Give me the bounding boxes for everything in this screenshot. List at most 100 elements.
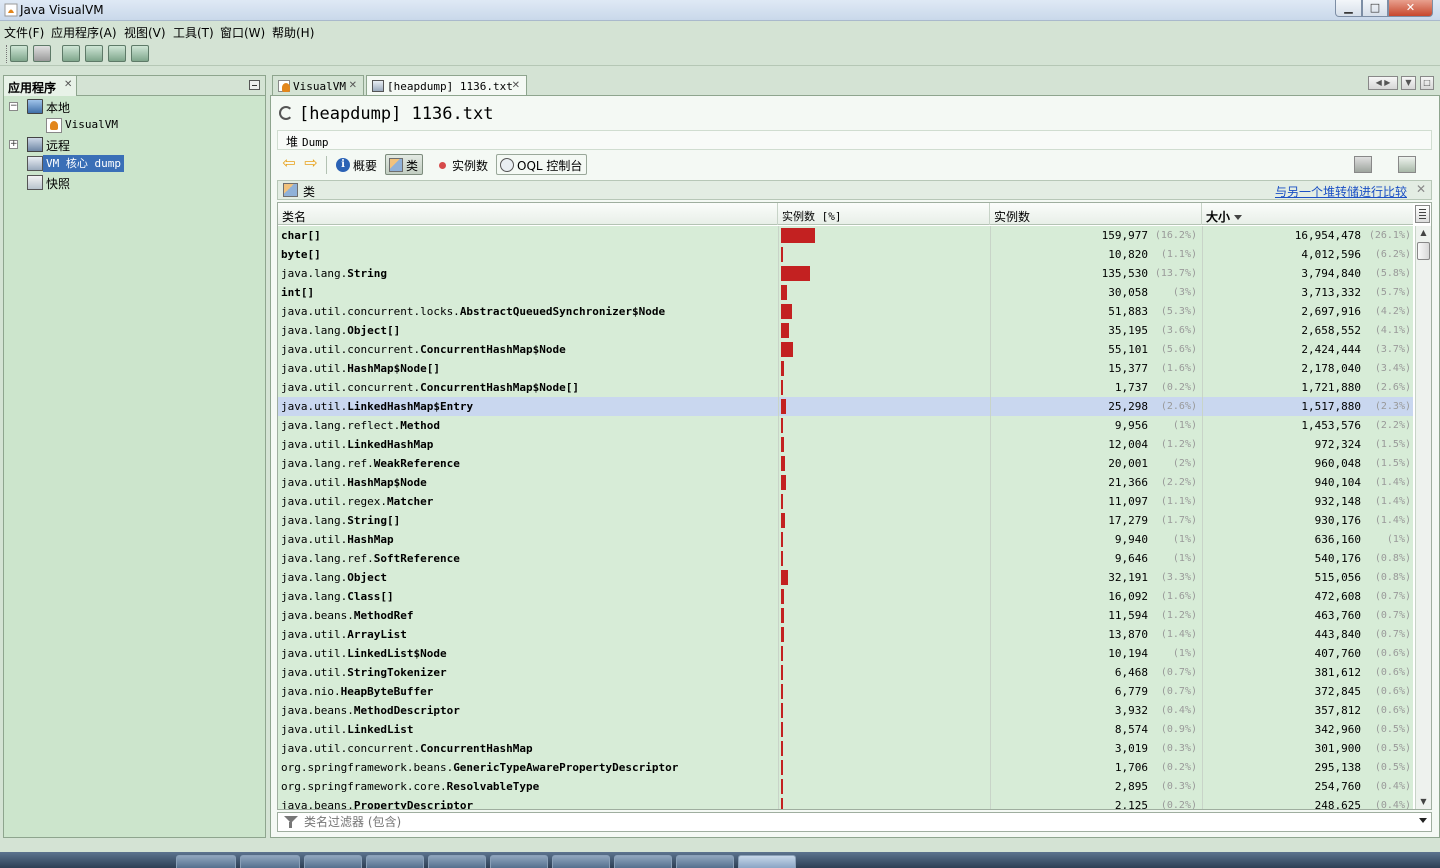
scroll-up-icon[interactable]: ▲ (1416, 226, 1431, 240)
view-classes-button[interactable]: 类 (385, 154, 424, 175)
table-row[interactable]: java.util.concurrent.ConcurrentHashMap 3,… (278, 739, 1413, 758)
table-row[interactable]: java.util.HashMap 9,940 (1%) 636,160 (1%) (278, 530, 1413, 549)
column-header-size[interactable]: 大小 (1202, 203, 1413, 225)
table-row[interactable]: java.util.LinkedList 8,574 (0.9%) 342,960 (0… (278, 720, 1413, 739)
scroll-tabs-button[interactable]: ◀ ▶ (1368, 76, 1398, 90)
taskbar-item[interactable] (614, 855, 672, 868)
filter-icon[interactable] (283, 815, 299, 829)
tab-applications[interactable]: 应用程序 ✕ (4, 76, 77, 96)
taskbar-item[interactable] (304, 855, 362, 868)
table-row[interactable]: java.beans.PropertyDescriptor 2,125 (0.2%)… (278, 796, 1413, 809)
table-row[interactable]: java.util.regex.Matcher 11,097 (1.1%) 932,1… (278, 492, 1413, 511)
cell-class-name: java.lang.Object[] (281, 321, 771, 340)
minimize-button[interactable]: ▁ (1335, 0, 1362, 17)
column-header-instances[interactable]: 实例数 (990, 203, 1202, 225)
save-snapshot-icon[interactable] (1354, 156, 1372, 173)
profiler-snapshot-icon[interactable] (108, 45, 126, 62)
table-row[interactable]: java.lang.String 135,530 (13.7%) 3,794,840(… (278, 264, 1413, 283)
tree-item-core-dump[interactable]: VM 核心 dump (9, 155, 259, 173)
maximize-document-button[interactable]: □ (1420, 76, 1434, 90)
taskbar-item[interactable] (428, 855, 486, 868)
table-row[interactable]: java.util.concurrent.ConcurrentHashMap$N… (278, 378, 1413, 397)
table-row[interactable]: java.util.HashMap$Node 21,366 (2.2%) 940,10… (278, 473, 1413, 492)
thread-dump-icon[interactable] (85, 45, 103, 62)
table-row[interactable]: java.util.concurrent.locks.AbstractQueue… (278, 302, 1413, 321)
table-row[interactable]: java.lang.reflect.Method 9,956 (1%) 1,453,5… (278, 416, 1413, 435)
menu-applications[interactable]: 应用程序(A) (51, 24, 117, 41)
show-details-icon[interactable] (1398, 156, 1416, 173)
tab-list-button[interactable]: ▼ (1401, 76, 1416, 90)
close-icon[interactable]: ✕ (1416, 182, 1426, 196)
table-row[interactable]: char[] 159,977 (16.2%) 16,954,478 (26.1%) (278, 226, 1413, 245)
taskbar-item[interactable] (366, 855, 424, 868)
taskbar-item[interactable] (676, 855, 734, 868)
table-row[interactable]: java.util.LinkedList$Node 10,194 (1%) 407,7… (278, 644, 1413, 663)
scroll-down-icon[interactable]: ▼ (1416, 795, 1431, 809)
heap-dump-icon[interactable] (62, 45, 80, 62)
save-icon[interactable] (33, 45, 51, 62)
taskbar-item-visualvm[interactable] (738, 855, 796, 868)
tab-visualvm[interactable]: VisualVM ✕ (272, 75, 364, 96)
class-filter-input[interactable] (304, 814, 1404, 830)
close-button[interactable]: ✕ (1388, 0, 1433, 17)
table-row[interactable]: java.lang.ref.SoftReference 9,646 (1%) 540,… (278, 549, 1413, 568)
cell-instances-percent: (0.4%) (1160, 705, 1197, 716)
close-tab-icon[interactable]: ✕ (512, 80, 520, 91)
table-row[interactable]: java.lang.String[] 17,279 (1.7%) 930,176 (1.… (278, 511, 1413, 530)
table-row[interactable]: java.util.LinkedHashMap$Entry 25,298 (2.6%… (278, 397, 1413, 416)
collapse-icon[interactable]: − (9, 102, 18, 111)
tree-item-remote[interactable]: + 远程 (9, 136, 259, 154)
table-row[interactable]: java.lang.ref.WeakReference 20,001 (2%) 960… (278, 454, 1413, 473)
tree-item-snapshots[interactable]: 快照 (9, 174, 259, 192)
view-summary-button[interactable]: i 概要 (332, 154, 382, 175)
cell-instances-percent: (3.3%) (1160, 572, 1197, 583)
taskbar-item[interactable] (240, 855, 300, 868)
table-row[interactable]: int[] 30,058 (3%) 3,713,332 (5.7%) (278, 283, 1413, 302)
table-row[interactable]: java.beans.MethodRef 11,594 (1.2%) 463,760(… (278, 606, 1413, 625)
menu-help[interactable]: 帮助(H) (272, 24, 314, 41)
column-header-size-label: 大小 (1206, 210, 1231, 224)
column-header-instances-percent[interactable]: 实例数 [%] (778, 203, 990, 225)
table-row[interactable]: org.springframework.beans.GenericTypeAwa… (278, 758, 1413, 777)
table-row[interactable]: org.springframework.core.ResolvableType 2… (278, 777, 1413, 796)
menu-tools[interactable]: 工具(T) (173, 24, 214, 41)
table-row[interactable]: java.nio.HeapByteBuffer 6,779 (0.7%) 372,84… (278, 682, 1413, 701)
back-arrow-icon[interactable]: ⇦ (280, 155, 298, 172)
table-row[interactable]: java.util.StringTokenizer 6,468 (0.7%) 381,… (278, 663, 1413, 682)
close-tab-icon[interactable]: ✕ (349, 80, 357, 91)
tree-item-visualvm[interactable]: VisualVM (9, 117, 259, 135)
scrollbar-thumb[interactable] (1417, 242, 1430, 260)
close-tab-icon[interactable]: ✕ (64, 79, 72, 90)
table-row[interactable]: java.lang.Class[] 16,092 (1.6%) 472,608 (0.7… (278, 587, 1413, 606)
column-header-class-name[interactable]: 类名 (278, 203, 778, 225)
tab-heapdump[interactable]: [heapdump] 1136.txt ✕ (366, 75, 527, 96)
tree-item-local[interactable]: − 本地 (9, 98, 259, 116)
view-instances-button[interactable]: 实例数 (431, 154, 493, 175)
menu-view[interactable]: 视图(V) (124, 24, 166, 41)
snapshot-icon[interactable] (131, 45, 149, 62)
expand-icon[interactable]: + (9, 140, 18, 149)
class-simple-name: String[] (347, 514, 401, 527)
taskbar-item[interactable] (552, 855, 610, 868)
filter-dropdown-icon[interactable] (1419, 818, 1427, 823)
forward-arrow-icon[interactable]: ⇨ (302, 155, 320, 172)
table-row[interactable]: java.lang.Object[] 35,195 (3.6%) 2,658,552(… (278, 321, 1413, 340)
table-row[interactable]: java.beans.MethodDescriptor 3,932 (0.4%) 35… (278, 701, 1413, 720)
maximize-button[interactable]: □ (1362, 0, 1388, 17)
table-row[interactable]: java.util.concurrent.ConcurrentHashMap$N… (278, 340, 1413, 359)
vertical-scrollbar[interactable]: ▲ ▼ (1415, 226, 1431, 809)
menu-window[interactable]: 窗口(W) (220, 24, 265, 41)
view-oql-button[interactable]: OQL 控制台 (496, 154, 588, 175)
compare-dump-link[interactable]: 与另一个堆转储进行比较 (1275, 183, 1407, 200)
table-row[interactable]: java.lang.Object 32,191 (3.3%) 515,056 (0.8%… (278, 568, 1413, 587)
column-selector-icon[interactable] (1415, 205, 1430, 223)
table-row[interactable]: java.util.HashMap$Node[] 15,377 (1.6%) 2,17… (278, 359, 1413, 378)
taskbar-item[interactable] (490, 855, 548, 868)
open-icon[interactable] (10, 45, 28, 62)
table-row[interactable]: java.util.ArrayList 13,870 (1.4%) 443,840 (0… (278, 625, 1413, 644)
minimize-panel-button[interactable] (249, 80, 260, 90)
taskbar-item[interactable] (176, 855, 236, 868)
table-row[interactable]: byte[] 10,820 (1.1%) 4,012,596 (6.2%) (278, 245, 1413, 264)
menu-file[interactable]: 文件(F) (4, 24, 44, 41)
table-row[interactable]: java.util.LinkedHashMap 12,004 (1.2%) 972,3… (278, 435, 1413, 454)
